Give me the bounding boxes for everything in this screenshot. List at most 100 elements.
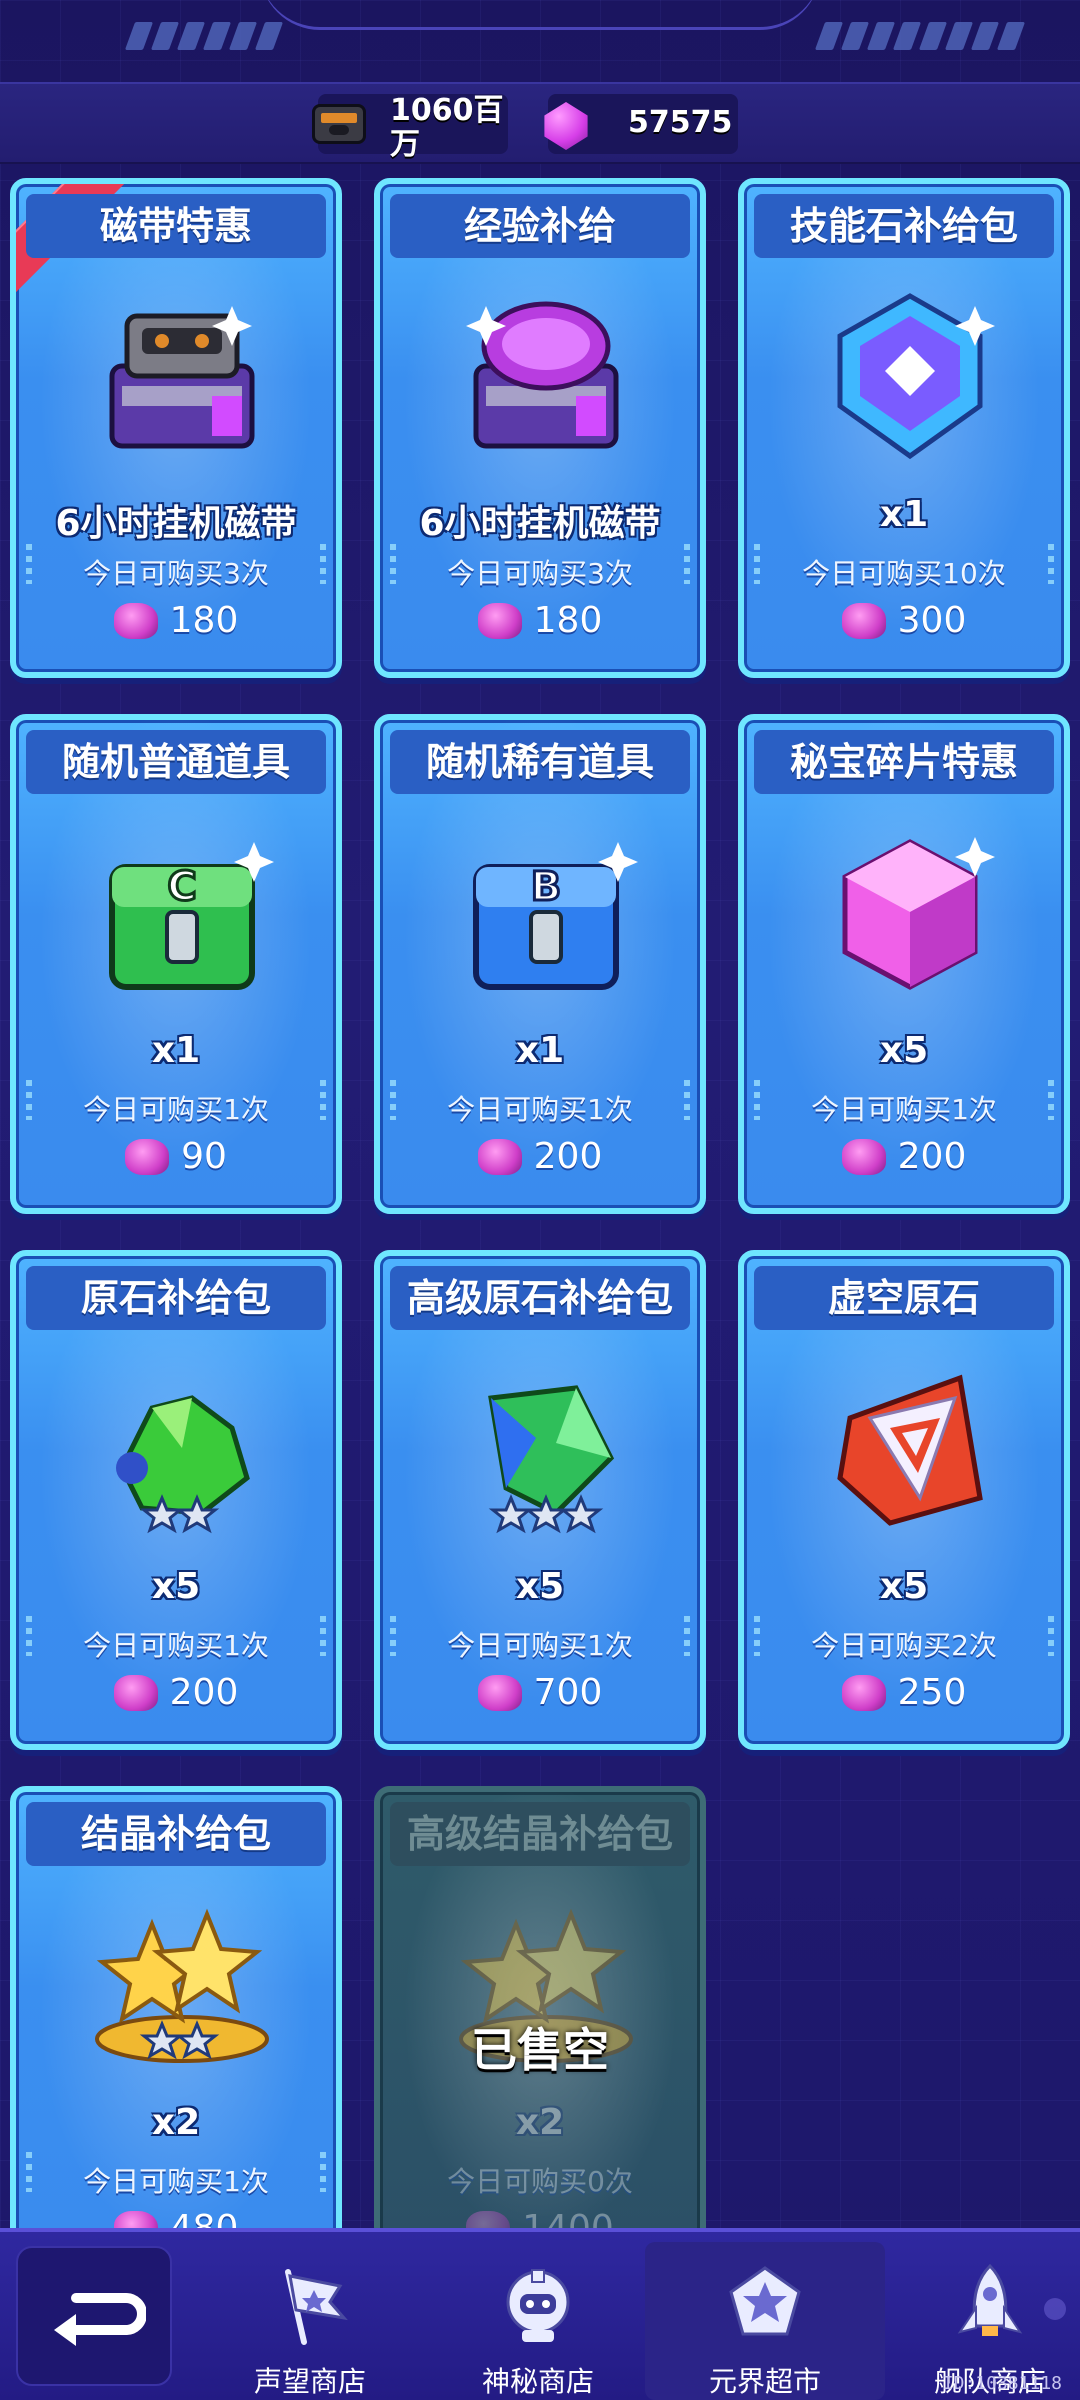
card-title: 原石补给包	[26, 1266, 326, 1330]
purchase-limit: 今日可购买3次	[83, 557, 269, 590]
price: 90	[16, 1136, 336, 1177]
back-button[interactable]	[16, 2246, 172, 2386]
nav-label: 声望商店	[253, 2365, 366, 2398]
item-name: x1	[879, 494, 929, 535]
price-value: 200	[169, 1672, 239, 1713]
shop-card-random-rare[interactable]: 随机稀有道具 B x1 今日可购买1次 200	[374, 714, 706, 1214]
shop-card-tape-deal[interactable]: 5折 磁带特惠 6小时挂机磁带 今日可购买3次 180	[10, 178, 342, 678]
purple-gem-icon	[113, 1674, 158, 1711]
purchase-limit: 今日可购买0次	[447, 2165, 633, 2198]
price: 200	[16, 1672, 336, 1713]
card-title: 结晶补给包	[26, 1802, 326, 1866]
purchase-limit: 今日可购买1次	[83, 2165, 269, 2198]
nav-metaverse-market[interactable]: 元界超市	[645, 2242, 885, 2400]
nav-label: 元界超市	[708, 2365, 821, 2398]
green-crystal-icon	[446, 1348, 646, 1548]
item-name: x5	[151, 1566, 201, 1607]
purple-gem-icon	[113, 602, 158, 639]
scroll-indicator	[1044, 2298, 1066, 2320]
card-title: 随机普通道具	[26, 730, 326, 794]
purple-gem-icon	[125, 1138, 170, 1175]
purple-gem-icon	[841, 1138, 886, 1175]
cassette-tape-icon	[312, 100, 366, 146]
card-title: 技能石补给包	[754, 194, 1054, 258]
purchase-limit: 今日可购买1次	[83, 1093, 269, 1126]
gem-amount: 57575	[628, 105, 733, 140]
purple-gem-icon	[841, 1674, 886, 1711]
shop-card-random-common[interactable]: 随机普通道具 C x1 今日可购买1次 90	[10, 714, 342, 1214]
card-title: 随机稀有道具	[390, 730, 690, 794]
price: 180	[380, 600, 700, 641]
card-title: 高级原石补给包	[390, 1266, 690, 1330]
card-title: 高级结晶补给包	[390, 1802, 690, 1866]
nav-reputation-shop[interactable]: 声望商店	[210, 2242, 410, 2400]
card-title: 磁带特惠	[26, 194, 326, 258]
flag-icon	[285, 2269, 348, 2345]
blue-chest-b-icon: B	[446, 812, 646, 1012]
skill-stone-icon	[810, 276, 1010, 476]
purple-gem-icon	[542, 100, 596, 150]
shop-card-treasure-shard[interactable]: 秘宝碎片特惠 x5 今日可购买1次 200	[738, 714, 1070, 1214]
item-name: 6小时挂机磁带	[55, 503, 297, 544]
price-value: 200	[897, 1136, 967, 1177]
shop-card-crystal-supply[interactable]: 结晶补给包 x2 今日可购买1次 480	[10, 1786, 342, 2286]
nav-mystery-shop[interactable]: 神秘商店	[438, 2242, 638, 2400]
back-arrow-icon	[54, 2293, 146, 2346]
card-title: 秘宝碎片特惠	[754, 730, 1054, 794]
purple-gem-icon	[841, 602, 886, 639]
bottom-nav: 声望商店 神秘商店 元界超市 舰队商店 ID:10381118	[0, 2228, 1080, 2400]
price-value: 300	[897, 600, 967, 641]
item-name: x2	[515, 2102, 565, 2143]
price: 300	[744, 600, 1064, 641]
card-title: 经验补给	[390, 194, 690, 258]
item-name: x2	[151, 2102, 201, 2143]
star-pentagon-icon	[729, 2266, 801, 2336]
item-name: x1	[515, 1030, 565, 1071]
void-stone-icon	[810, 1348, 1010, 1548]
item-name: 6小时挂机磁带	[419, 503, 661, 544]
price-value: 200	[533, 1136, 603, 1177]
currency-bar: 1060百万 57575	[0, 82, 1080, 164]
nav-label: 神秘商店	[481, 2365, 594, 2398]
sold-out-label: 已售空	[471, 2023, 609, 2077]
price-value: 700	[533, 1672, 603, 1713]
player-id: ID:10381118	[942, 2373, 1062, 2394]
shop-card-void-ore[interactable]: 虚空原石 x5 今日可购买2次 250	[738, 1250, 1070, 1750]
purple-gem-icon	[477, 1138, 522, 1175]
tape-amount: 1060百万	[390, 93, 504, 162]
shop-card-skill-stone[interactable]: 技能石补给包 x1 今日可购买10次 300	[738, 178, 1070, 678]
card-title: 虚空原石	[754, 1266, 1054, 1330]
pink-cube-icon	[810, 812, 1010, 1012]
spaceship-icon	[957, 2263, 1023, 2336]
purple-gem-icon	[477, 602, 522, 639]
item-name: x5	[879, 1566, 929, 1607]
price: 700	[380, 1672, 700, 1713]
exp-box-icon	[446, 276, 646, 476]
mystery-robot-icon	[506, 2269, 570, 2342]
purchase-limit: 今日可购买1次	[447, 1629, 633, 1662]
green-chest-c-icon: C	[82, 812, 282, 1012]
shop-card-advanced-ore-supply[interactable]: 高级原石补给包 x5 今日可购买1次 700	[374, 1250, 706, 1750]
shop-card-advanced-crystal-supply: 高级结晶补给包 已售空 x2 今日可购买0次 1400	[374, 1786, 706, 2286]
item-name: x5	[879, 1030, 929, 1071]
svg-text:C: C	[167, 864, 196, 910]
price: 200	[380, 1136, 700, 1177]
gem-currency: 57575	[544, 94, 738, 154]
tape-box-icon	[82, 276, 282, 476]
purchase-limit: 今日可购买1次	[811, 1093, 997, 1126]
purple-gem-icon	[477, 1674, 522, 1711]
price-value: 250	[897, 1672, 967, 1713]
price-value: 180	[169, 600, 239, 641]
price: 180	[16, 600, 336, 641]
tape-currency: 1060百万	[312, 94, 508, 162]
purchase-limit: 今日可购买2次	[811, 1629, 997, 1662]
price-value: 180	[533, 600, 603, 641]
purchase-limit: 今日可购买3次	[447, 557, 633, 590]
item-name: x1	[151, 1030, 201, 1071]
item-name: x5	[515, 1566, 565, 1607]
purchase-limit: 今日可购买10次	[802, 557, 1006, 590]
shop-card-exp-supply[interactable]: 经验补给 6小时挂机磁带 今日可购买3次 180	[374, 178, 706, 678]
shop-card-ore-supply[interactable]: 原石补给包 x5 今日可购买1次 200	[10, 1250, 342, 1750]
svg-text:B: B	[531, 864, 562, 910]
green-ore-icon	[82, 1348, 282, 1548]
